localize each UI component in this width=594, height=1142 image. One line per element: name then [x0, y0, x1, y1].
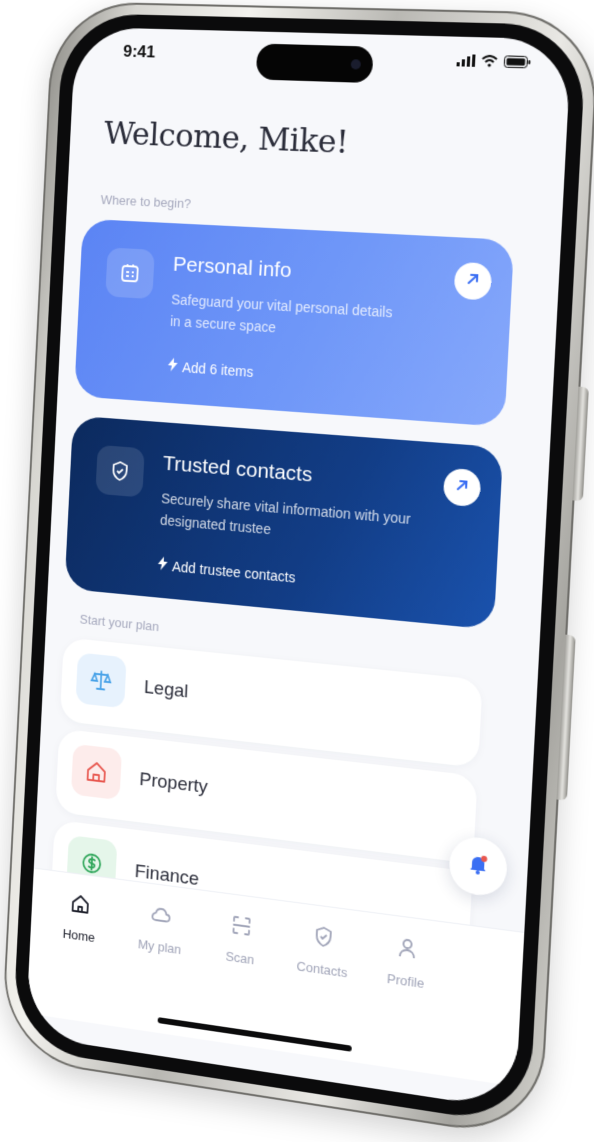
id-badge-icon — [105, 247, 155, 300]
bolt-icon — [167, 357, 178, 374]
shield-check-icon — [311, 923, 336, 955]
tab-label: Contacts — [296, 958, 348, 981]
card-title: Trusted contacts — [162, 451, 313, 487]
status-bar: 9:41 — [73, 27, 572, 102]
tab-label: Profile — [386, 970, 425, 992]
person-icon — [394, 934, 420, 967]
plan-item-label: Legal — [143, 677, 189, 703]
tab-contacts[interactable]: Contacts — [278, 919, 368, 983]
card-action[interactable]: Add 6 items — [167, 357, 254, 380]
personal-info-card[interactable]: Personal info Safeguard your vital perso… — [74, 218, 515, 427]
tab-label: My plan — [137, 936, 182, 958]
tab-home[interactable]: Home — [38, 887, 122, 949]
status-icons — [456, 53, 531, 74]
open-trusted-contacts-button[interactable] — [442, 467, 482, 508]
cloud-icon — [149, 902, 173, 934]
shield-check-icon — [95, 444, 145, 498]
card-action-label: Add 6 items — [181, 358, 254, 380]
bell-icon — [465, 850, 491, 883]
scales-icon — [75, 652, 127, 709]
house-icon — [70, 743, 123, 801]
dynamic-island — [255, 43, 374, 84]
tab-label: Home — [62, 926, 96, 946]
app-screen: 9:41 Welcome, Mike! Where to begin? Pers… — [25, 26, 572, 1111]
home-indicator — [157, 1017, 352, 1052]
home-icon — [68, 891, 92, 922]
status-time: 9:41 — [122, 41, 156, 62]
card-action[interactable]: Add trustee contacts — [157, 556, 296, 586]
tab-profile[interactable]: Profile — [361, 930, 452, 995]
signal-icon — [456, 53, 476, 72]
phone-device: 9:41 Welcome, Mike! Where to begin? Pers… — [0, 0, 594, 1141]
arrow-up-right-icon — [453, 476, 470, 499]
start-your-plan-label: Start your plan — [79, 611, 160, 635]
tab-label: Scan — [225, 948, 255, 968]
card-description: Safeguard your vital personal details in… — [169, 291, 393, 336]
trusted-contacts-card[interactable]: Trusted contacts Securely share vital in… — [64, 415, 504, 630]
card-title: Personal info — [172, 252, 292, 283]
bolt-icon — [157, 556, 168, 574]
card-description: Securely share vital information with yo… — [159, 490, 412, 538]
where-to-begin-label: Where to begin? — [100, 192, 192, 212]
card-action-label: Add trustee contacts — [171, 557, 296, 586]
arrow-up-right-icon — [464, 270, 481, 292]
plan-item-label: Property — [138, 769, 209, 798]
tab-scan[interactable]: Scan — [197, 908, 285, 971]
scan-icon — [229, 912, 254, 944]
tab-my-plan[interactable]: My plan — [118, 898, 204, 960]
page-title: Welcome, Mike! — [103, 113, 350, 162]
wifi-icon — [481, 54, 498, 73]
battery-icon — [503, 54, 531, 73]
open-personal-info-button[interactable] — [453, 261, 493, 301]
